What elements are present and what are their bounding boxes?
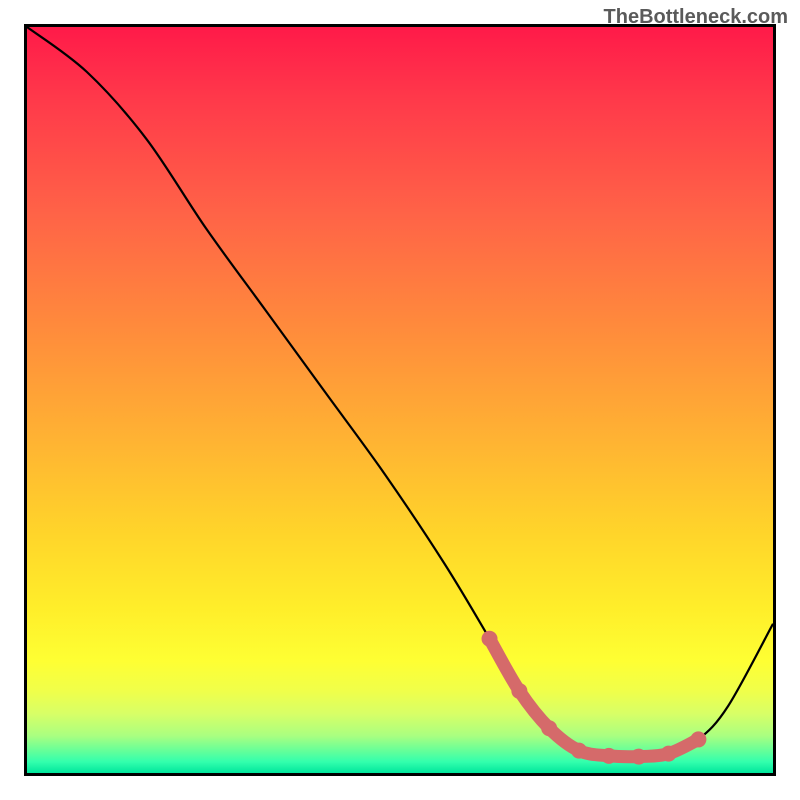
highlight-dot <box>661 746 677 762</box>
highlight-dot <box>511 683 527 699</box>
highlight-dot <box>571 743 587 759</box>
highlight-dot <box>541 720 557 736</box>
highlight-dot <box>601 748 617 764</box>
main-curve <box>27 27 773 757</box>
highlight-dots <box>482 631 707 765</box>
chart-svg <box>27 27 773 773</box>
plot-area <box>24 24 776 776</box>
highlight-dot <box>690 731 706 747</box>
highlight-dot <box>482 631 498 647</box>
highlight-dot <box>631 749 647 765</box>
watermark-label: TheBottleneck.com <box>604 6 788 29</box>
